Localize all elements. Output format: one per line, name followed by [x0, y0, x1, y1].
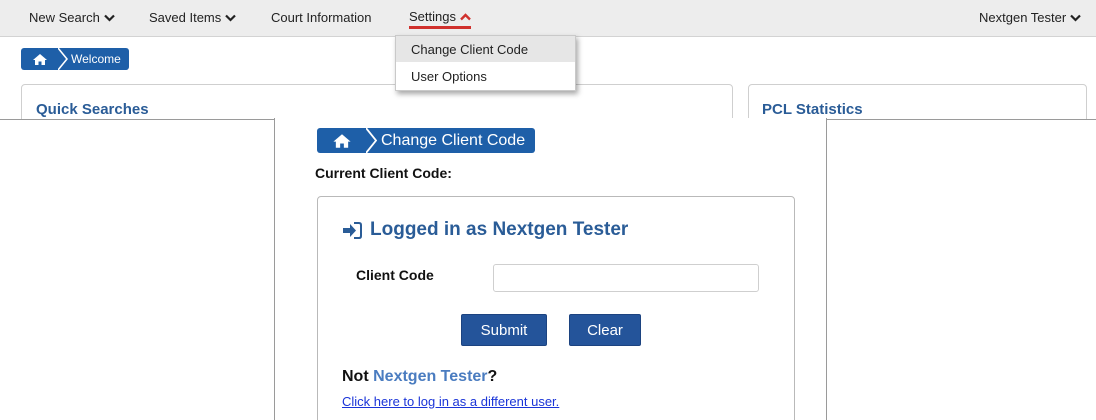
nav-settings-label: Settings	[409, 9, 456, 24]
breadcrumb-separator	[58, 48, 68, 70]
chevron-down-icon	[225, 14, 237, 22]
nav-saved-items-label: Saved Items	[149, 10, 222, 25]
logged-in-title: Logged in as Nextgen Tester	[370, 219, 629, 240]
breadcrumb-change-client-code[interactable]: Change Client Code	[367, 128, 536, 153]
nav-settings[interactable]: Settings	[409, 9, 471, 29]
nav-court-information[interactable]: Court Information	[271, 10, 371, 25]
different-user-link[interactable]: Click here to log in as a different user…	[342, 394, 559, 409]
breadcrumb-welcome[interactable]: Welcome	[59, 48, 129, 70]
nav-saved-items[interactable]: Saved Items	[149, 10, 237, 25]
pcl-statistics-title: PCL Statistics	[762, 101, 863, 118]
quick-searches-title: Quick Searches	[36, 101, 149, 118]
breadcrumb: Welcome	[21, 48, 129, 70]
top-navbar: New Search Saved Items Court Information…	[0, 0, 1096, 37]
not-user-name: Nextgen Tester	[373, 368, 488, 385]
home-icon	[333, 133, 351, 148]
chevron-up-icon	[460, 12, 471, 20]
client-code-input[interactable]	[493, 264, 759, 292]
not-prefix: Not	[342, 368, 374, 385]
settings-dropdown: Change Client Code User Options	[395, 35, 576, 91]
chevron-down-icon	[1070, 14, 1081, 22]
sign-in-icon	[343, 221, 362, 239]
home-icon	[33, 53, 47, 65]
nav-user-menu-label: Nextgen Tester	[979, 10, 1067, 25]
clear-button[interactable]: Clear	[569, 314, 641, 346]
nav-new-search-label: New Search	[29, 10, 100, 25]
background-page: New Search Saved Items Court Information…	[0, 0, 1096, 120]
breadcrumb-home[interactable]	[317, 128, 377, 153]
nav-user-menu[interactable]: Nextgen Tester	[979, 10, 1081, 25]
submit-button[interactable]: Submit	[461, 314, 547, 346]
menu-item-user-options[interactable]: User Options	[396, 63, 575, 89]
menu-item-change-client-code[interactable]: Change Client Code	[396, 36, 575, 62]
nav-new-search[interactable]: New Search	[29, 10, 115, 25]
client-code-label: Client Code	[356, 267, 434, 283]
not-suffix: ?	[487, 368, 498, 385]
nav-court-information-label: Court Information	[271, 10, 372, 25]
breadcrumb: Change Client Code	[317, 128, 536, 153]
breadcrumb-home[interactable]	[21, 48, 68, 70]
not-user-prompt: Not Nextgen Tester?	[342, 368, 497, 386]
chevron-down-icon	[104, 14, 115, 22]
current-client-code-label: Current Client Code:	[315, 165, 452, 181]
login-card: Logged in as Nextgen Tester Client Code …	[317, 196, 795, 420]
change-client-code-page: Change Client Code Current Client Code: …	[274, 118, 827, 420]
breadcrumb-separator	[366, 128, 377, 153]
logged-in-heading: Logged in as Nextgen Tester	[342, 219, 628, 241]
